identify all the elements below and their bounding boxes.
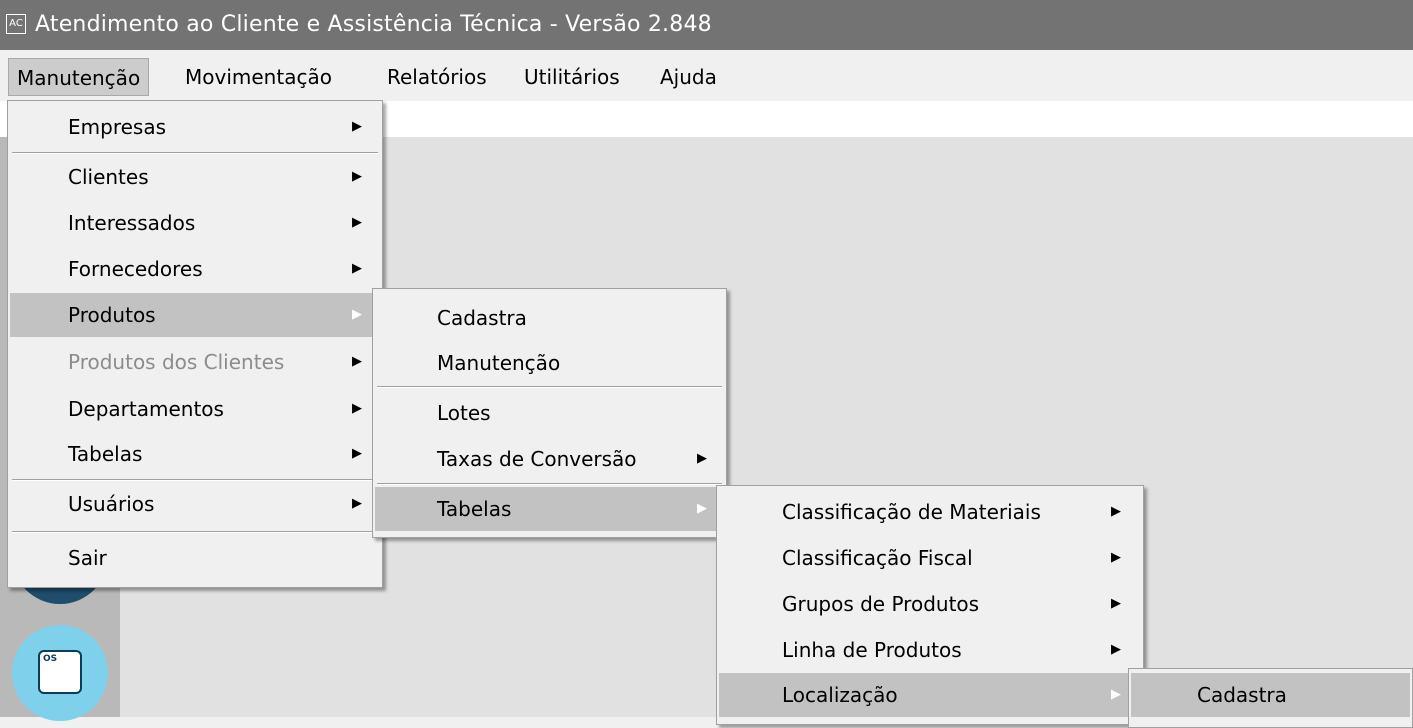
- menu-item-localizacao[interactable]: Localização ▶: [719, 673, 1141, 717]
- submenu-arrow-icon: ▶: [352, 496, 362, 511]
- menu-item-classificacao-fiscal[interactable]: Classificação Fiscal ▶: [719, 536, 1141, 580]
- menu-item-label: Usuários: [68, 492, 155, 516]
- menu-item-label: Empresas: [68, 115, 166, 139]
- menu-item-interessados[interactable]: Interessados ▶: [10, 201, 380, 245]
- menu-item-tabelas[interactable]: Tabelas ▶: [375, 487, 724, 531]
- menu-relatorios[interactable]: Relatórios: [379, 58, 495, 96]
- menu-item-produtos[interactable]: Produtos ▶: [10, 293, 380, 337]
- menu-utilitarios[interactable]: Utilitários: [516, 58, 628, 96]
- menu-separator: [12, 531, 378, 533]
- menu-bar: Manutenção Movimentação Relatórios Utili…: [0, 55, 1413, 101]
- menu-item-label: Tabelas: [68, 442, 143, 466]
- submenu-arrow-icon: ▶: [1111, 504, 1121, 519]
- submenu-arrow-icon: ▶: [1111, 596, 1121, 611]
- menu-item-label: Linha de Produtos: [782, 638, 962, 662]
- submenu-arrow-icon: ▶: [352, 169, 362, 184]
- menu-item-cadastra[interactable]: Cadastra: [375, 296, 724, 340]
- menu-item-taxas-de-conversao[interactable]: Taxas de Conversão ▶: [375, 437, 724, 481]
- menu-item-label: Lotes: [437, 401, 491, 425]
- menu-manutencao[interactable]: Manutenção: [8, 58, 150, 96]
- menu-item-label: Fornecedores: [68, 257, 203, 281]
- menu-item-clientes[interactable]: Clientes ▶: [10, 155, 380, 199]
- manutencao-menu: Empresas ▶ Clientes ▶ Interessados ▶ For…: [7, 100, 383, 588]
- submenu-arrow-icon: ▶: [352, 307, 362, 322]
- menu-item-produtos-dos-clientes[interactable]: Produtos dos Clientes ▶: [10, 340, 380, 384]
- submenu-arrow-icon: ▶: [352, 261, 362, 276]
- tabelas-submenu: Classificação de Materiais ▶ Classificaç…: [716, 485, 1144, 725]
- menu-item-label: Sair: [68, 546, 107, 570]
- menu-item-label: Interessados: [68, 211, 196, 235]
- window-title: Atendimento ao Cliente e Assistência Téc…: [35, 12, 712, 37]
- app-icon: AC: [6, 14, 26, 34]
- menu-movimentacao[interactable]: Movimentação: [177, 58, 340, 96]
- menu-item-label: Produtos dos Clientes: [68, 350, 285, 374]
- menu-item-label: Cadastra: [437, 306, 527, 330]
- submenu-arrow-icon: ▶: [697, 501, 707, 516]
- title-bar: AC Atendimento ao Cliente e Assistência …: [0, 0, 1413, 50]
- menu-item-label: Manutenção: [437, 351, 561, 375]
- submenu-arrow-icon: ▶: [1111, 642, 1121, 657]
- submenu-arrow-icon: ▶: [697, 451, 707, 466]
- submenu-arrow-icon: ▶: [352, 401, 362, 416]
- menu-item-label: Grupos de Produtos: [782, 592, 980, 616]
- menu-item-departamentos[interactable]: Departamentos ▶: [10, 387, 380, 431]
- menu-item-label: Localização: [782, 683, 898, 707]
- submenu-arrow-icon: ▶: [1111, 550, 1121, 565]
- menu-item-lotes[interactable]: Lotes: [375, 391, 724, 435]
- menu-item-manutencao[interactable]: Manutenção: [375, 341, 724, 385]
- menu-item-fornecedores[interactable]: Fornecedores ▶: [10, 247, 380, 291]
- submenu-arrow-icon: ▶: [352, 446, 362, 461]
- produtos-submenu: Cadastra Manutenção Lotes Taxas de Conve…: [372, 288, 727, 538]
- menu-item-label: Produtos: [68, 303, 156, 327]
- menu-separator: [377, 483, 722, 485]
- submenu-arrow-icon: ▶: [352, 354, 362, 369]
- submenu-arrow-icon: ▶: [1111, 687, 1121, 702]
- menu-item-label: Classificação Fiscal: [782, 546, 973, 570]
- menu-separator: [377, 386, 722, 388]
- submenu-arrow-icon: ▶: [352, 119, 362, 134]
- menu-item-linha-de-produtos[interactable]: Linha de Produtos ▶: [719, 628, 1141, 672]
- menu-item-classificacao-de-materiais[interactable]: Classificação de Materiais ▶: [719, 490, 1141, 534]
- menu-item-sair[interactable]: Sair: [10, 536, 380, 580]
- menu-item-grupos-de-produtos[interactable]: Grupos de Produtos ▶: [719, 582, 1141, 626]
- menu-separator: [12, 479, 378, 481]
- menu-separator: [12, 152, 378, 154]
- menu-item-label: Cadastra: [1197, 683, 1287, 707]
- submenu-arrow-icon: ▶: [352, 215, 362, 230]
- puzzle-icon: OS: [38, 650, 82, 694]
- menu-item-empresas[interactable]: Empresas ▶: [10, 105, 380, 149]
- menu-item-label: Departamentos: [68, 397, 224, 421]
- menu-item-label: Taxas de Conversão: [437, 447, 637, 471]
- localizacao-submenu: Cadastra: [1128, 668, 1413, 728]
- menu-item-label: Clientes: [68, 165, 149, 189]
- menu-item-usuarios[interactable]: Usuários ▶: [10, 482, 380, 526]
- menu-item-label: Tabelas: [437, 497, 512, 521]
- menu-item-cadastra[interactable]: Cadastra: [1131, 673, 1410, 717]
- menu-item-tabelas[interactable]: Tabelas ▶: [10, 432, 380, 476]
- menu-item-label: Classificação de Materiais: [782, 500, 1041, 524]
- menu-ajuda[interactable]: Ajuda: [652, 58, 725, 96]
